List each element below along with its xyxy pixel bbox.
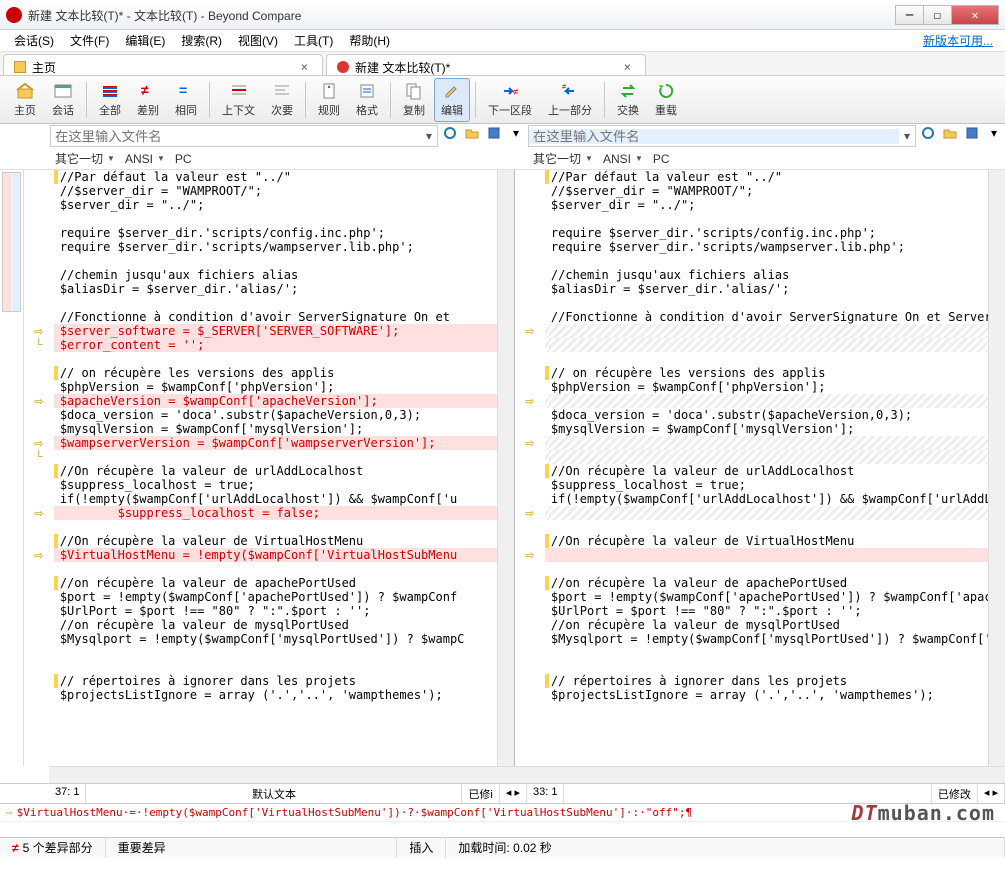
tab-close-icon[interactable]: ×: [301, 60, 308, 74]
encoding-bar: 其它一切▼ ANSI▼ PC 其它一切▼ ANSI▼ PC: [0, 148, 1005, 170]
charset[interactable]: ANSI▼: [603, 152, 643, 166]
toolbar-all[interactable]: 全部: [92, 78, 128, 122]
dropdown-icon[interactable]: ▾: [985, 124, 1003, 142]
maximize-button[interactable]: ☐: [923, 5, 952, 25]
right-pane: ⇨⇨⇨⇨⇨ //Par défaut la valeur est "../"//…: [515, 170, 1005, 766]
home-icon: [14, 61, 26, 73]
left-modified: 已修i: [462, 784, 499, 803]
line-ending[interactable]: PC: [653, 152, 670, 166]
watermark: DTmuban.com: [852, 801, 995, 825]
svg-text:≠: ≠: [513, 87, 519, 98]
open-icon[interactable]: [941, 124, 959, 142]
left-pane: ⇨└⇨⇨└⇨⇨ //Par défaut la valeur est "../"…: [24, 170, 515, 766]
dropdown-icon[interactable]: ▾: [899, 129, 915, 143]
tab-label: 新建 文本比较(T)*: [355, 59, 450, 76]
new-version-link[interactable]: 新版本可用...: [923, 32, 993, 49]
right-code[interactable]: //Par défaut la valeur est "../"//$serve…: [545, 170, 988, 766]
line-ending[interactable]: PC: [175, 152, 192, 166]
scrollbar-h[interactable]: [49, 766, 527, 783]
toolbar-nextdiff[interactable]: ≠下一区段: [481, 78, 539, 122]
svg-text:=: =: [179, 82, 187, 98]
menu-tools[interactable]: 工具(T): [286, 29, 341, 52]
svg-text:≠: ≠: [141, 82, 149, 98]
open-icon[interactable]: [463, 124, 481, 142]
toolbar-edit[interactable]: 编辑: [434, 78, 470, 122]
tab-home[interactable]: 主页 ×: [3, 54, 323, 75]
scrollbar-h[interactable]: [527, 766, 1005, 783]
menubar: 会话(S) 文件(F) 编辑(E) 搜索(R) 视图(V) 工具(T) 帮助(H…: [0, 30, 1005, 52]
dropdown-icon[interactable]: ▾: [421, 129, 437, 143]
toolbar-prevdiff[interactable]: ≠上一部分: [541, 78, 599, 122]
diff-detail-line: ⇨ $VirtualHostMenu·=·!empty($wampConf['V…: [0, 803, 1005, 821]
diff-count: ≠5 个差异部分: [0, 837, 106, 858]
diff-detail-text: $VirtualHostMenu·=·!empty($wampConf['Vir…: [17, 806, 693, 819]
document-tabs: 主页 × 新建 文本比较(T)* ×: [0, 52, 1005, 76]
window-title: 新建 文本比较(T)* - 文本比较(T) - Beyond Compare: [28, 7, 896, 24]
toolbar-diff[interactable]: ≠差别: [130, 78, 166, 122]
left-cursor-pos: 37: 1: [49, 784, 86, 803]
svg-text:≠: ≠: [562, 82, 567, 91]
dropdown-icon[interactable]: ▾: [507, 124, 525, 142]
save-icon[interactable]: [485, 124, 503, 142]
left-nav[interactable]: ◂ ▸: [500, 784, 527, 803]
history-icon[interactable]: [919, 124, 937, 142]
load-time: 加载时间: 0.02 秒: [446, 837, 1005, 858]
left-file-input[interactable]: [51, 129, 421, 144]
status-bar: ≠5 个差异部分 重要差异 插入 加载时间: 0.02 秒: [0, 837, 1005, 857]
right-file-input[interactable]: [529, 129, 899, 144]
filter-mode[interactable]: 其它一切▼: [533, 150, 593, 167]
save-icon[interactable]: [963, 124, 981, 142]
toolbar-same[interactable]: =相同: [168, 78, 204, 122]
filter-mode[interactable]: 其它一切▼: [55, 150, 115, 167]
tab-compare[interactable]: 新建 文本比较(T)* ×: [326, 54, 646, 75]
toolbar-swap[interactable]: 交换: [610, 78, 646, 122]
toolbar-session[interactable]: 会话: [45, 78, 81, 122]
right-file-box: ▾: [528, 125, 916, 147]
menu-edit[interactable]: 编辑(E): [117, 29, 173, 52]
toolbar-ctx[interactable]: 上下文: [215, 78, 262, 122]
toolbar-minor[interactable]: 次要: [264, 78, 300, 122]
menu-search[interactable]: 搜索(R): [173, 29, 230, 52]
menu-view[interactable]: 视图(V): [230, 29, 286, 52]
tab-label: 主页: [32, 59, 56, 76]
tab-close-icon[interactable]: ×: [624, 60, 631, 74]
scrollbar-v[interactable]: [988, 170, 1005, 766]
menu-help[interactable]: 帮助(H): [341, 29, 398, 52]
diff-type: 重要差异: [106, 837, 398, 858]
charset[interactable]: ANSI▼: [125, 152, 165, 166]
close-button[interactable]: ✕: [951, 5, 999, 25]
toolbar-reload[interactable]: 重载: [648, 78, 684, 122]
arrow-icon: ⇨: [6, 806, 13, 819]
menu-session[interactable]: 会话(S): [6, 29, 62, 52]
history-icon[interactable]: [441, 124, 459, 142]
toolbar-format[interactable]: 格式: [349, 78, 385, 122]
right-cursor-pos: 33: 1: [527, 784, 564, 803]
compare-icon: [337, 61, 349, 73]
file-inputs: ▾ ▾ ▾ ▾: [0, 124, 1005, 148]
insert-mode: 插入: [397, 837, 446, 858]
toolbar-rules[interactable]: 规则: [311, 78, 347, 122]
scrollbar-v[interactable]: [497, 170, 514, 766]
compare-area: ⇨└⇨⇨└⇨⇨ //Par défaut la valeur est "../"…: [0, 170, 1005, 766]
left-syntax: 默认文本: [86, 784, 462, 803]
toolbar: 主页会话全部≠差别=相同上下文次要规则格式复制编辑≠下一区段≠上一部分交换重载: [0, 76, 1005, 124]
right-gutter: ⇨⇨⇨⇨⇨: [515, 170, 545, 766]
menu-file[interactable]: 文件(F): [62, 29, 117, 52]
left-gutter: ⇨└⇨⇨└⇨⇨: [24, 170, 54, 766]
titlebar: 新建 文本比较(T)* - 文本比较(T) - Beyond Compare ─…: [0, 0, 1005, 30]
minimize-button[interactable]: ─: [895, 5, 924, 25]
toolbar-home[interactable]: 主页: [7, 78, 43, 122]
left-file-box: ▾: [50, 125, 438, 147]
toolbar-copy[interactable]: 复制: [396, 78, 432, 122]
app-icon: [6, 7, 22, 23]
left-code[interactable]: //Par défaut la valeur est "../"//$serve…: [54, 170, 497, 766]
thumbnail-view[interactable]: [0, 170, 24, 766]
